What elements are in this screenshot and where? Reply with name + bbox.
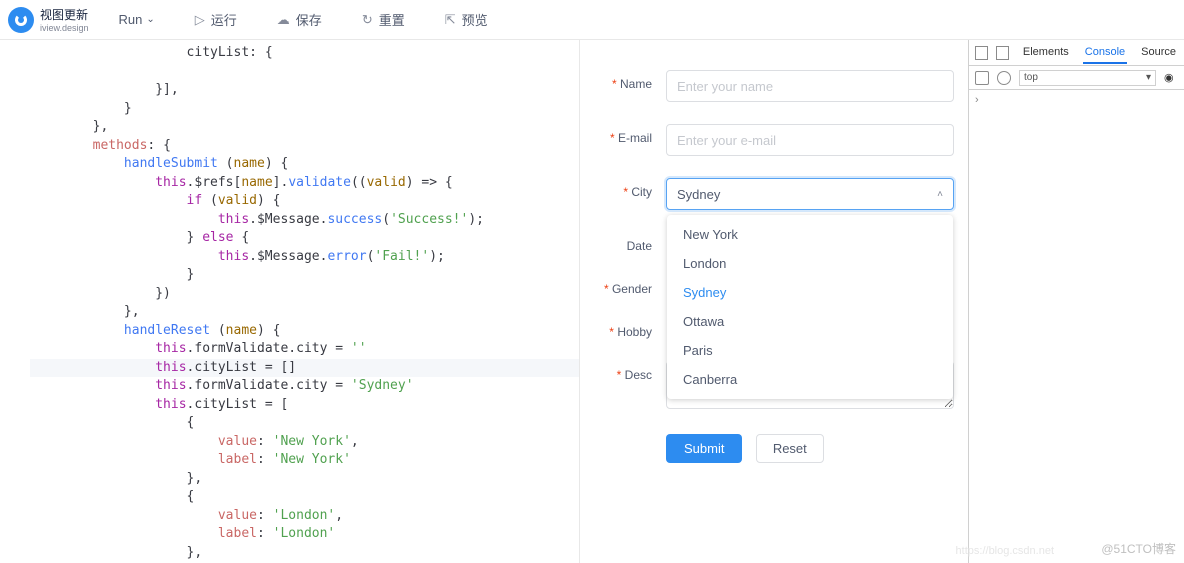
city-option[interactable]: Ottawa xyxy=(667,307,953,336)
devtools-panel: Elements Console Source top ▾ ◉ › xyxy=(968,40,1184,563)
run-button[interactable]: ▷ 运行 xyxy=(195,10,237,29)
name-label: Name xyxy=(594,70,652,91)
code-line[interactable]: handleSubmit (name) { xyxy=(30,155,579,174)
code-line[interactable]: cityList: { xyxy=(30,44,579,63)
play-icon: ▷ xyxy=(195,12,205,28)
chevron-down-icon: ▾ xyxy=(1146,72,1151,83)
code-line[interactable]: }) xyxy=(30,285,579,304)
code-line[interactable]: this.$refs[name].validate((valid) => { xyxy=(30,174,579,193)
email-label: E-mail xyxy=(594,124,652,145)
code-line[interactable]: methods: { xyxy=(30,137,579,156)
city-dropdown: New YorkLondonSydneyOttawaParisCanberra xyxy=(667,215,953,399)
date-label: Date xyxy=(594,232,652,253)
code-line[interactable]: }], xyxy=(30,81,579,100)
code-line[interactable]: } else { xyxy=(30,229,579,248)
context-selector[interactable]: top ▾ xyxy=(1019,70,1156,86)
context-label: top xyxy=(1024,72,1038,83)
name-input[interactable] xyxy=(666,70,954,102)
logo-icon xyxy=(8,7,34,33)
preview-label: 预览 xyxy=(462,10,488,29)
console-body[interactable]: › xyxy=(969,90,1184,563)
play-pause-icon[interactable] xyxy=(975,71,989,85)
refresh-icon: ↻ xyxy=(362,12,373,28)
top-toolbar: 视图更新 iview.design Run ⌄ ▷ 运行 ☁ 保存 ↻ 重置 ⇱… xyxy=(0,0,1184,40)
chevron-up-icon: ˄ xyxy=(937,189,943,200)
code-line[interactable]: }, xyxy=(30,303,579,322)
city-option[interactable]: London xyxy=(667,249,953,278)
external-icon: ⇱ xyxy=(445,12,456,28)
clear-icon[interactable] xyxy=(997,71,1011,85)
save-button[interactable]: ☁ 保存 xyxy=(277,10,322,29)
reset-label: 重置 xyxy=(379,10,405,29)
run-selector[interactable]: Run ⌄ xyxy=(119,12,155,27)
desc-label: Desc xyxy=(594,361,652,382)
gender-label: Gender xyxy=(594,275,652,296)
code-line[interactable]: label: 'London' xyxy=(30,525,579,544)
code-line[interactable]: this.formValidate.city = '' xyxy=(30,340,579,359)
run-selector-label: Run xyxy=(119,12,143,27)
preview-button[interactable]: ⇱ 预览 xyxy=(445,10,488,29)
save-label: 保存 xyxy=(296,10,322,29)
form-reset-button[interactable]: Reset xyxy=(756,434,824,463)
code-line[interactable] xyxy=(30,63,579,82)
device-icon[interactable] xyxy=(996,46,1009,60)
devtools-tab-elements[interactable]: Elements xyxy=(1021,42,1071,64)
code-line[interactable]: { xyxy=(30,414,579,433)
code-line[interactable]: this.$Message.success('Success!'); xyxy=(30,211,579,230)
code-line[interactable]: } xyxy=(30,100,579,119)
code-line[interactable]: handleReset (name) { xyxy=(30,322,579,341)
run-label: 运行 xyxy=(211,10,237,29)
hobby-label: Hobby xyxy=(594,318,652,339)
code-line[interactable]: this.cityList = [ xyxy=(30,396,579,415)
code-line[interactable]: this.$Message.error('Fail!'); xyxy=(30,248,579,267)
cloud-icon: ☁ xyxy=(277,12,290,28)
code-line[interactable]: value: 'New York', xyxy=(30,433,579,452)
code-line[interactable]: this.cityList = [] xyxy=(30,359,579,378)
devtools-tab-source[interactable]: Source xyxy=(1139,42,1178,64)
inspect-icon[interactable] xyxy=(975,46,988,60)
code-line[interactable]: } xyxy=(30,266,579,285)
reset-button[interactable]: ↻ 重置 xyxy=(362,10,405,29)
code-line[interactable]: this.formValidate.city = 'Sydney' xyxy=(30,377,579,396)
code-line[interactable]: label: 'New York' xyxy=(30,451,579,470)
city-option[interactable]: Canberra xyxy=(667,365,953,394)
eye-icon[interactable]: ◉ xyxy=(1164,71,1178,85)
submit-button[interactable]: Submit xyxy=(666,434,742,463)
code-line[interactable]: }, xyxy=(30,544,579,563)
brand: 视图更新 iview.design xyxy=(40,6,89,33)
city-select[interactable]: Sydney ˄ New YorkLondonSydneyOttawaParis… xyxy=(666,178,954,210)
devtools-tab-console[interactable]: Console xyxy=(1083,42,1127,64)
email-input[interactable] xyxy=(666,124,954,156)
city-option[interactable]: New York xyxy=(667,220,953,249)
city-option[interactable]: Paris xyxy=(667,336,953,365)
city-option[interactable]: Sydney xyxy=(667,278,953,307)
code-line[interactable]: value: 'London', xyxy=(30,507,579,526)
code-line[interactable]: { xyxy=(30,488,579,507)
code-line[interactable]: }, xyxy=(30,470,579,489)
brand-subtitle: iview.design xyxy=(40,23,89,33)
code-line[interactable]: }, xyxy=(30,118,579,137)
code-line[interactable]: if (valid) { xyxy=(30,192,579,211)
brand-title: 视图更新 xyxy=(40,6,89,23)
console-prompt: › xyxy=(975,94,979,106)
city-select-value: Sydney xyxy=(677,187,720,202)
code-editor[interactable]: cityList: { }], } }, methods: { handleSu… xyxy=(0,40,580,563)
city-label: City xyxy=(594,178,652,199)
chevron-down-icon: ⌄ xyxy=(146,14,154,25)
preview-pane: Name E-mail City Sydney ˄ New YorkLondon… xyxy=(580,40,968,563)
devtools-tabs: Elements Console Source xyxy=(1021,42,1178,64)
